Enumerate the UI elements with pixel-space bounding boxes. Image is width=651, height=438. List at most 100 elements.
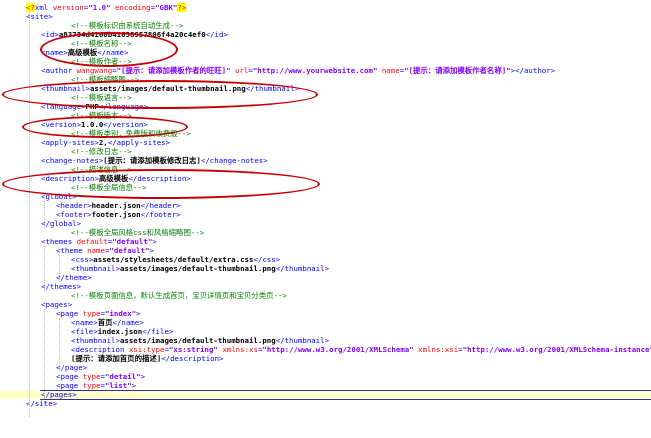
annotation-circle-thumbnail	[2, 80, 318, 109]
code-token: "[提示：请添加模板作者名称]"	[404, 66, 511, 75]
code-token: "default"	[112, 237, 153, 246]
code-line[interactable]: <name>首页</name>	[0, 318, 651, 327]
code-token: <!--模板标识由系统自动生成-->	[71, 21, 184, 30]
code-token: xmlns:xs	[222, 345, 258, 354]
code-line[interactable]: <page type="detail">	[0, 372, 651, 381]
code-line[interactable]: <pages>	[0, 300, 651, 309]
code-line[interactable]: </themes>	[0, 282, 651, 291]
code-token: <theme	[56, 246, 88, 255]
code-token: </footer>	[140, 210, 181, 219]
code-line[interactable]: [提示：请添加首页的描述]</description>	[0, 354, 651, 363]
annotation-circle-description	[2, 169, 320, 199]
code-token: </change-notes>	[200, 156, 268, 165]
code-line[interactable]: </site>	[0, 399, 651, 408]
code-token: <description	[71, 345, 129, 354]
code-token: >	[149, 246, 154, 255]
code-token: </thumbnail>	[275, 264, 330, 273]
code-token: header.json	[91, 201, 141, 210]
current-line-border	[40, 390, 651, 391]
code-line[interactable]: <theme name="default">	[0, 246, 651, 255]
code-token: "GBK"	[155, 3, 178, 12]
code-token: </theme>	[56, 273, 92, 282]
code-line[interactable]: <apply-sites>2,</apply-sites>	[0, 138, 651, 147]
code-line[interactable]: <thumbnail>assets/images/default-thumbna…	[0, 264, 651, 273]
code-token: </page>	[56, 363, 88, 372]
code-token: </site>	[26, 399, 58, 408]
code-token: </apply-sites>	[107, 138, 171, 147]
code-line[interactable]: <thumbnail>assets/images/default-thumbna…	[0, 336, 651, 345]
code-token: "http://www.w3.org/2001/XMLSchema"	[262, 345, 419, 354]
code-token: <name>	[71, 318, 98, 327]
code-token: </name>	[112, 318, 144, 327]
code-token: [提示：请添加首页的描述]	[71, 354, 162, 363]
code-token: xml	[34, 3, 53, 12]
code-token: footer.json	[91, 210, 141, 219]
code-line[interactable]: <page type="list">	[0, 381, 651, 390]
code-token: version	[52, 3, 84, 12]
code-token: name	[381, 66, 400, 75]
current-line-border	[40, 399, 651, 400]
code-token: xmlns:xsi	[418, 345, 459, 354]
code-line[interactable]: <!--模板全局风格css和风格缩略图-->	[0, 228, 651, 237]
code-line[interactable]: </pages>	[0, 390, 651, 399]
code-line[interactable]: <footer>footer.json</footer>	[0, 210, 651, 219]
code-line[interactable]: <file>index.json</file>	[0, 327, 651, 336]
code-line[interactable]: <page type="index">	[0, 309, 651, 318]
code-token: wangwang	[76, 66, 113, 75]
code-token: <page	[56, 381, 83, 390]
code-token: <?	[26, 3, 35, 12]
code-token: "detail"	[104, 372, 141, 381]
code-token: type	[82, 309, 101, 318]
indent-guide	[59, 255, 60, 282]
code-token: assets/images/default-thumbnail.png	[119, 336, 276, 345]
code-token: <site>	[26, 12, 53, 21]
code-token: type	[82, 372, 101, 381]
indent-guide	[44, 309, 45, 408]
code-token: <apply-sites>	[41, 138, 99, 147]
code-line[interactable]: <site>	[0, 12, 651, 21]
code-line[interactable]: <?xml version="1.0" encoding="GBK"?>	[0, 3, 651, 12]
code-line[interactable]: <themes default="default">	[0, 237, 651, 246]
indent-guide	[59, 318, 60, 372]
code-token: <thumbnail>	[71, 336, 120, 345]
code-token: "list"	[104, 381, 132, 390]
indent-guide	[44, 201, 45, 228]
code-token: ></author>	[510, 66, 556, 75]
code-line[interactable]: <author wangwang="[提示：请添加模板作者的旺旺]" url="…	[0, 66, 651, 75]
code-token: encoding	[115, 3, 151, 12]
code-token: <author	[41, 66, 77, 75]
code-token: </thumbnail>	[275, 336, 330, 345]
code-token: </id>	[205, 30, 228, 39]
code-line[interactable]: <css>assets/stylesheets/default/extra.cs…	[0, 255, 651, 264]
annotation-circle-name	[40, 32, 178, 67]
annotation-circle-version	[22, 116, 188, 138]
code-line[interactable]: <change-notes>[提示：请添加模板修改日志]</change-not…	[0, 156, 651, 165]
code-token: "xs:string"	[168, 345, 223, 354]
code-token: </css>	[253, 255, 281, 264]
code-token: assets/stylesheets/default/extra.css	[93, 255, 254, 264]
code-line[interactable]: <description xsi:type="xs:string" xmlns:…	[0, 345, 651, 354]
code-token: </themes>	[41, 282, 82, 291]
code-token: assets/images/default-thumbnail.png	[119, 264, 276, 273]
code-line[interactable]: </global>	[0, 219, 651, 228]
code-token: ?>	[177, 3, 187, 12]
code-line[interactable]: <header>header.json</header>	[0, 201, 651, 210]
code-token: >	[152, 237, 157, 246]
code-line[interactable]: <!--修改日志-->	[0, 147, 651, 156]
code-token: <page	[56, 372, 83, 381]
code-token: >	[131, 381, 137, 390]
code-token: <thumbnail>	[71, 264, 120, 273]
code-token: index.json	[97, 327, 143, 336]
code-line[interactable]: </page>	[0, 363, 651, 372]
code-token: </global>	[41, 219, 82, 228]
code-token: </header>	[140, 201, 181, 210]
code-line[interactable]: <!--模板标识由系统自动生成-->	[0, 21, 651, 30]
code-line[interactable]: <!--模板页面信息，默认生成首页，宝贝详情页和宝贝分类页-->	[0, 291, 651, 300]
code-token: 首页	[97, 318, 113, 327]
code-line[interactable]: </theme>	[0, 273, 651, 282]
code-token: <!--模板全局风格css和风格缩略图-->	[71, 228, 205, 237]
indent-guide	[44, 246, 45, 291]
code-token: type	[82, 381, 101, 390]
code-token: name	[87, 246, 105, 255]
code-token: 2,	[98, 138, 108, 147]
